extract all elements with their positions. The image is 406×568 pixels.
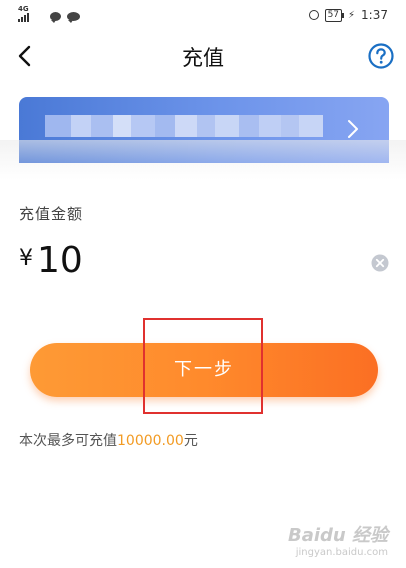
limit-amount: 10000.00 [117,433,184,449]
charging-icon: ⚡ [348,9,356,21]
network-type: 4G [18,5,29,13]
status-bar-right: 57 ⚡ 1:37 [308,8,388,22]
amount-input-row[interactable]: ¥ 10 [19,240,389,290]
recharge-limit-text: 本次最多可充值10000.00元 [19,430,198,450]
cellular-signal-icon: 4G [18,5,44,23]
chevron-right-icon [348,120,358,138]
watermark-brand: Baidu 经验 [287,525,388,546]
account-info-blurred [45,115,323,137]
header: 充值 [0,34,406,80]
wechat-icon [67,11,80,23]
status-time: 1:37 [361,8,388,22]
watermark-url: jingyan.baidu.com [295,547,388,558]
amount-input[interactable]: 10 [37,240,83,281]
watermark: Baidu 经验 jingyan.baidu.com [288,521,388,558]
help-icon[interactable] [368,43,394,69]
message-icon [50,11,61,23]
limit-prefix: 本次最多可充值 [19,433,117,449]
currency-symbol: ¥ [19,246,33,271]
battery-icon: 57 [324,8,345,22]
page-title: 充值 [182,46,224,70]
alarm-icon [308,10,319,20]
card-shadow [0,140,406,180]
next-step-button[interactable]: 下一步 [30,343,378,397]
limit-suffix: 元 [183,433,198,449]
amount-label: 充值金额 [19,205,84,223]
clear-icon[interactable] [371,254,389,272]
status-bar-left: 4G [18,5,80,23]
status-bar: 4G 57 ⚡ 1:37 [0,0,406,34]
